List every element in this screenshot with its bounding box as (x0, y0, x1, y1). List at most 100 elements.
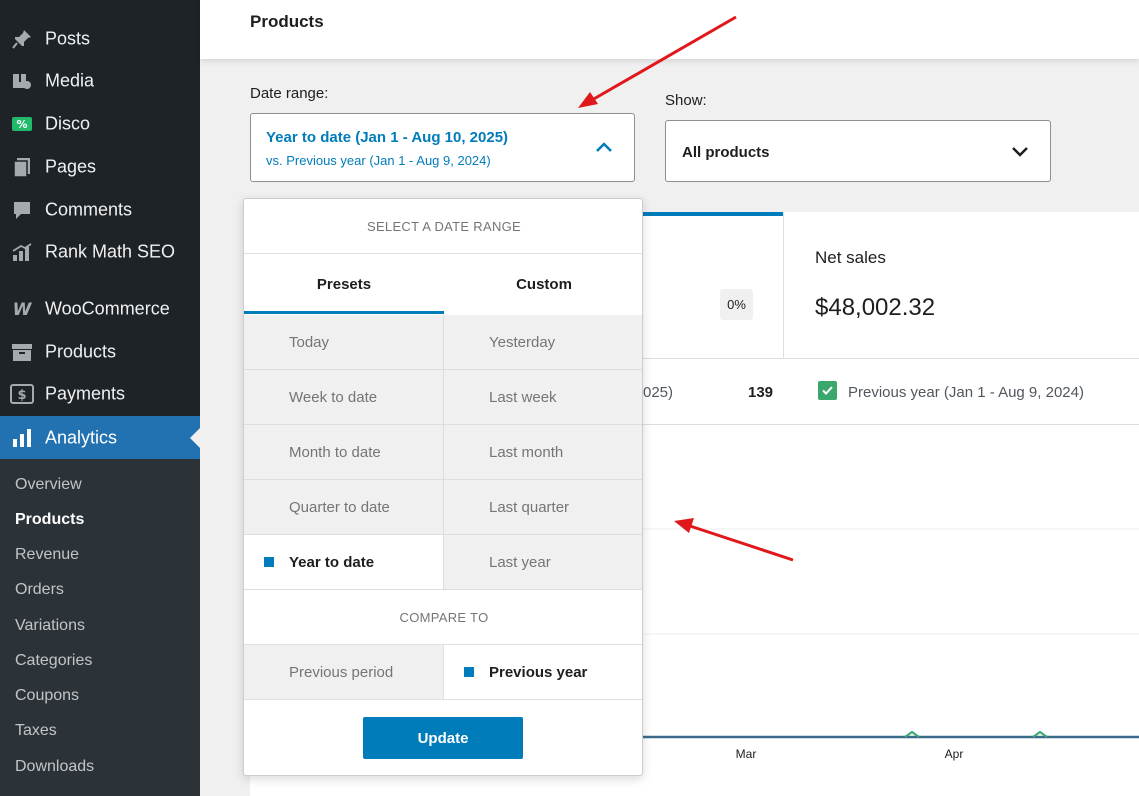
chevron-down-icon (1012, 147, 1028, 157)
date-range-popover: SELECT A DATE RANGE Presets Custom Today… (243, 198, 643, 776)
preset-year-to-date[interactable]: Year to date (244, 535, 443, 589)
compare-grid: Previous period Previous year (244, 645, 642, 699)
menu-item-payments[interactable]: $ Payments (0, 373, 200, 415)
media-icon (10, 69, 34, 93)
selected-indicator-icon (464, 667, 474, 677)
divider (244, 699, 642, 700)
grid-divider (244, 534, 642, 535)
card-selected-indicator (643, 212, 783, 216)
submenu-taxes[interactable]: Taxes (15, 722, 57, 740)
chart-bar-icon (10, 426, 34, 450)
grid-divider (244, 424, 642, 425)
compare-heading: COMPARE TO (399, 610, 489, 625)
submenu-products[interactable]: Products (15, 511, 84, 529)
menu-item-analytics[interactable]: Analytics (0, 416, 200, 459)
preset-last-quarter[interactable]: Last quarter (444, 480, 642, 534)
date-range-value: Year to date (Jan 1 - Aug 10, 2025) (266, 129, 509, 146)
archive-icon (10, 340, 34, 364)
submenu-coupons[interactable]: Coupons (15, 687, 79, 705)
date-range-compare: vs. Previous year (Jan 1 - Aug 9, 2024) (266, 153, 491, 168)
grid-divider (443, 645, 444, 699)
update-button[interactable]: Update (363, 717, 523, 759)
preset-label: Year to date (289, 553, 375, 571)
legend-previous-year: Previous year (Jan 1 - Aug 9, 2024) (848, 384, 1084, 401)
tab-presets[interactable]: Presets (244, 254, 444, 314)
page-header: Products (200, 0, 1139, 59)
menu-label: Payments (45, 383, 126, 404)
menu-item-posts[interactable]: Posts (0, 18, 200, 60)
preset-today[interactable]: Today (244, 315, 443, 369)
menu-label: Pages (45, 156, 97, 177)
show-label: Show: (665, 92, 707, 109)
compare-previous-period[interactable]: Previous period (244, 645, 443, 699)
grid-divider (244, 589, 642, 590)
grid-divider (244, 479, 642, 480)
dollar-icon: $ (10, 382, 34, 406)
submenu-orders[interactable]: Orders (15, 581, 64, 599)
preset-last-year[interactable]: Last year (444, 535, 642, 589)
submenu-revenue[interactable]: Revenue (15, 546, 79, 564)
menu-label: WooCommerce (45, 298, 170, 319)
compare-label: Previous year (489, 663, 588, 681)
annotation-arrowhead-top (578, 92, 598, 108)
menu-item-woocommerce[interactable]: W WooCommerce (0, 288, 200, 330)
preset-last-week[interactable]: Last week (444, 370, 642, 424)
x-tick-apr: Apr (945, 747, 964, 761)
svg-text:W: W (13, 300, 33, 320)
grid-divider (443, 315, 444, 590)
menu-item-disco[interactable]: % Disco (0, 103, 200, 145)
selected-indicator-icon (264, 557, 274, 567)
presets-grid: Today Yesterday Week to date Last week M… (244, 315, 642, 590)
pin-icon (10, 27, 34, 51)
preset-quarter-to-date[interactable]: Quarter to date (244, 480, 443, 534)
card-divider (783, 212, 784, 359)
compare-previous-year[interactable]: Previous year (444, 645, 642, 699)
show-filter-dropdown[interactable]: All products (665, 120, 1051, 182)
menu-label: Rank Math SEO (45, 241, 176, 262)
change-badge: 0% (720, 289, 753, 320)
menu-item-products[interactable]: Products (0, 331, 200, 373)
svg-text:%: % (16, 118, 27, 131)
menu-label: Comments (45, 199, 133, 220)
net-sales-label: Net sales (815, 248, 886, 267)
submenu-downloads[interactable]: Downloads (15, 758, 94, 776)
tab-custom[interactable]: Custom (444, 254, 642, 314)
comments-icon (10, 198, 34, 222)
show-filter-value: All products (682, 144, 770, 161)
chevron-up-icon (596, 142, 612, 152)
analytics-submenu: Overview Products Revenue Orders Variati… (0, 459, 200, 796)
menu-label: Posts (45, 28, 91, 49)
preset-last-month[interactable]: Last month (444, 425, 642, 479)
net-sales-value: $48,002.32 (815, 294, 936, 321)
checkmark-icon (822, 386, 833, 395)
page-title: Products (250, 12, 324, 31)
svg-text:$: $ (17, 388, 26, 403)
submenu-overview[interactable]: Overview (15, 476, 82, 494)
admin-sidebar: Posts Media % Disco Pages Comments Rank … (0, 0, 200, 796)
menu-item-media[interactable]: Media (0, 60, 200, 102)
rank-math-icon (10, 240, 34, 264)
preset-month-to-date[interactable]: Month to date (244, 425, 443, 479)
date-range-dropdown[interactable]: Year to date (Jan 1 - Aug 10, 2025) vs. … (250, 113, 635, 182)
menu-label: Media (45, 70, 95, 91)
pages-icon (10, 155, 34, 179)
x-tick-mar: Mar (736, 747, 757, 761)
menu-label: Products (45, 341, 117, 362)
menu-item-pages[interactable]: Pages (0, 146, 200, 188)
legend-current-period: 025) (643, 384, 674, 401)
popover-heading: SELECT A DATE RANGE (366, 219, 522, 234)
submenu-categories[interactable]: Categories (15, 652, 92, 670)
discount-icon: % (10, 112, 34, 136)
menu-item-comments[interactable]: Comments (0, 189, 200, 231)
legend-checkbox[interactable] (818, 381, 837, 400)
submenu-variations[interactable]: Variations (15, 617, 85, 635)
menu-label: Disco (45, 113, 91, 134)
preset-yesterday[interactable]: Yesterday (444, 315, 642, 369)
grid-divider (244, 369, 642, 370)
menu-label: Analytics (45, 427, 118, 447)
date-range-label: Date range: (250, 85, 329, 102)
woocommerce-icon: W (10, 297, 34, 321)
legend-count: 139 (748, 384, 774, 401)
preset-week-to-date[interactable]: Week to date (244, 370, 443, 424)
menu-item-rank-math-seo[interactable]: Rank Math SEO (0, 231, 200, 273)
